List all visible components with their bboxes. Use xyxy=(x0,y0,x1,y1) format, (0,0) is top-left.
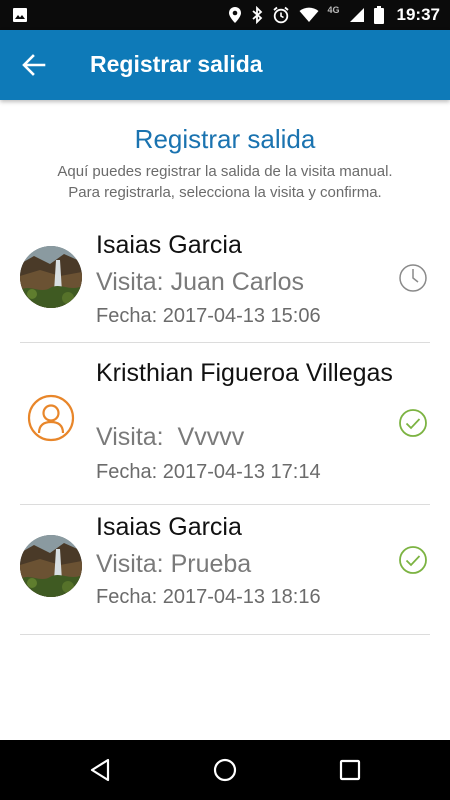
status-bar: 4G 19:37 xyxy=(0,0,450,30)
app-bar: Registrar salida xyxy=(0,30,450,100)
nav-back-icon[interactable] xyxy=(86,756,114,784)
description-line-1: Aquí puedes registrar la salida de la vi… xyxy=(57,163,393,180)
visit-row[interactable]: Kristhian Figueroa Villegas Visita: Vvvv… xyxy=(20,343,430,505)
alarm-icon xyxy=(272,6,289,24)
visit-date: Fecha: 2017-04-13 15:06 xyxy=(96,305,321,327)
check-circle-icon xyxy=(399,546,427,574)
avatar-photo xyxy=(20,535,82,597)
visit-list: Isaias Garcia Visita: Juan Carlos Fecha:… xyxy=(20,215,430,635)
description-line-2: Para registrarla, selecciona la visita y… xyxy=(68,184,382,201)
navigation-bar xyxy=(0,740,450,800)
nav-recent-icon[interactable] xyxy=(336,756,364,784)
visit-date: Fecha: 2017-04-13 17:14 xyxy=(96,461,321,483)
bluetooth-icon xyxy=(251,6,262,24)
visit-date: Fecha: 2017-04-13 18:16 xyxy=(96,586,321,608)
location-icon xyxy=(228,7,241,23)
nav-home-icon[interactable] xyxy=(211,756,239,784)
battery-icon xyxy=(373,6,384,24)
visit-host: Visita: Juan Carlos xyxy=(96,268,304,296)
wifi-icon xyxy=(299,7,318,22)
avatar-photo xyxy=(20,246,82,308)
check-circle-icon xyxy=(399,409,427,437)
network-type: 4G xyxy=(327,5,340,15)
visitor-name: Isaias Garcia xyxy=(96,231,242,259)
visit-host: Visita: Vvvvv xyxy=(96,423,245,451)
visitor-name: Isaias Garcia xyxy=(96,513,242,541)
arrow-left-icon[interactable] xyxy=(18,50,52,80)
page-title: Registrar salida xyxy=(134,124,316,154)
signal-icon xyxy=(349,8,364,22)
person-icon xyxy=(27,394,75,442)
visit-host: Visita: Prueba xyxy=(96,550,252,578)
clock: 19:37 xyxy=(396,5,440,24)
visit-row[interactable]: Isaias Garcia Visita: Juan Carlos Fecha:… xyxy=(20,215,430,343)
image-icon xyxy=(13,8,27,22)
page-description: Aquí puedes registrar la salida de la vi… xyxy=(0,161,450,203)
visit-row[interactable]: Isaias Garcia Visita: Prueba Fecha: 2017… xyxy=(20,505,430,635)
clock-icon xyxy=(399,264,427,292)
visitor-name: Kristhian Figueroa Villegas xyxy=(96,359,393,387)
app-bar-title: Registrar salida xyxy=(90,51,263,77)
